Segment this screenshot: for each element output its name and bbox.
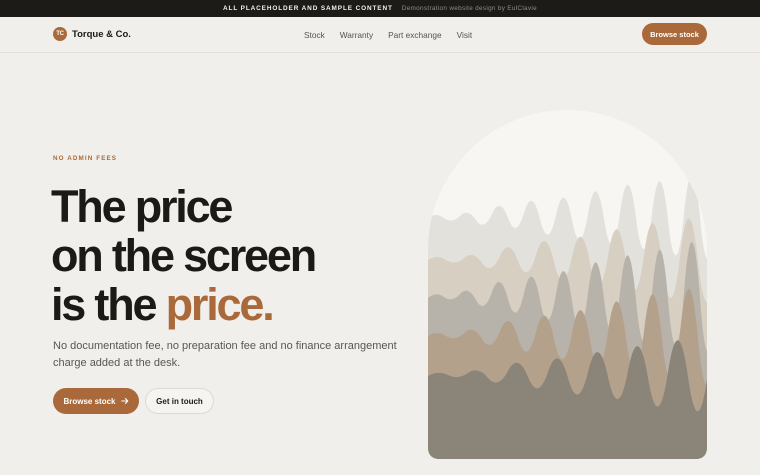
logo-mark: TC: [53, 27, 67, 41]
nav-link-warranty[interactable]: Warranty: [340, 30, 373, 40]
announcement-text: ALL PLACEHOLDER AND SAMPLE CONTENT: [223, 5, 393, 12]
hero-browse-stock-button[interactable]: Browse stock: [53, 388, 139, 414]
nav-link-part-exchange[interactable]: Part exchange: [388, 30, 442, 40]
headline-accent: price.: [165, 279, 275, 330]
design-credit: Demonstration website design by EulClavi…: [401, 5, 537, 12]
hero-browse-stock-label: Browse stock: [63, 396, 116, 406]
site-header: TC Torque & Co. Stock Warranty Part exch…: [0, 17, 760, 53]
headline-line-3-text: is the: [51, 279, 166, 330]
hero-eyebrow: NO ADMIN FEES: [53, 155, 118, 162]
hero-headline: The price on the screen is the price.: [51, 181, 317, 329]
headline-line-3: is the price.: [51, 280, 315, 329]
browse-stock-button[interactable]: Browse stock: [642, 23, 707, 45]
main-nav: Stock Warranty Part exchange Visit: [304, 17, 487, 53]
get-in-touch-button[interactable]: Get in touch: [145, 388, 214, 414]
nav-link-stock[interactable]: Stock: [304, 30, 325, 40]
nav-link-visit[interactable]: Visit: [457, 30, 473, 40]
headline-line-2: on the screen: [51, 230, 317, 281]
brand-name: Torque & Co.: [72, 28, 131, 40]
logo[interactable]: TC Torque & Co.: [53, 27, 131, 41]
arrow-right-icon: [120, 398, 128, 404]
hero-description: No documentation fee, no preparation fee…: [53, 340, 397, 369]
hero-illustration: [428, 110, 707, 459]
headline-line-1: The price: [51, 181, 233, 232]
announcement-bar: ALL PLACEHOLDER AND SAMPLE CONTENT Demon…: [0, 0, 760, 17]
